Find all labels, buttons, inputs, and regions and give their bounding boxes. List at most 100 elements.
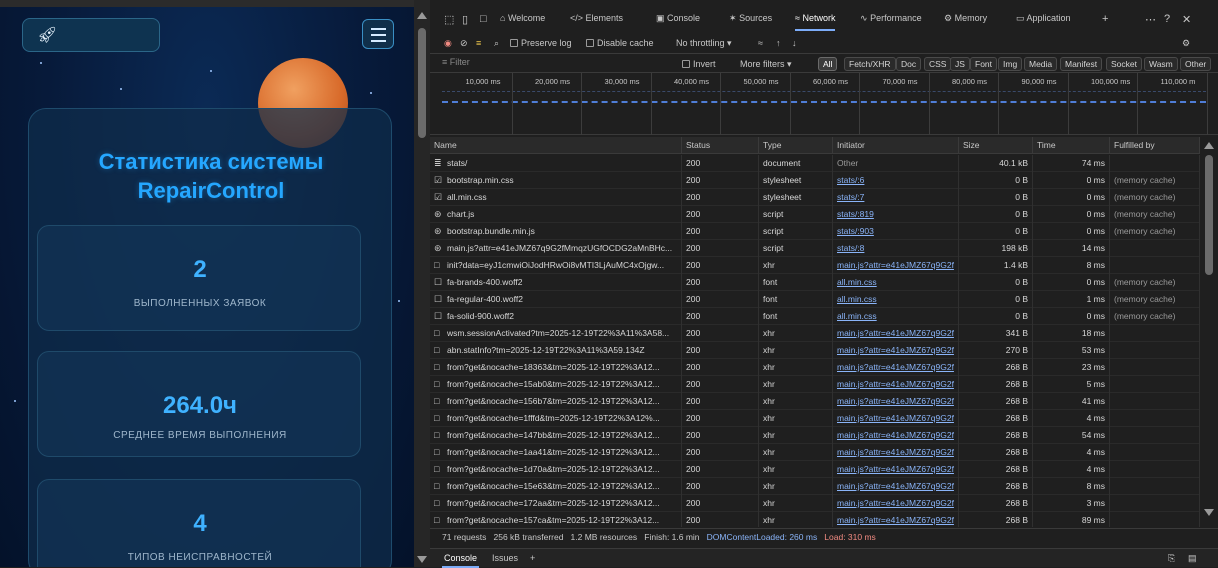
table-row[interactable]: ☐ fa-regular-400.woff2 200 font all.min.css 0… bbox=[430, 291, 1200, 308]
request-name[interactable]: □ from?get&nocache=147bb&tm=2025-12-19T22… bbox=[430, 427, 682, 444]
request-initiator[interactable]: main.js?attr=e41eJMZ67q9G2f bbox=[833, 257, 959, 274]
undock-drawer-icon[interactable]: ▤ bbox=[1188, 553, 1197, 564]
clear-icon[interactable]: ⊘ bbox=[460, 38, 468, 49]
table-row[interactable]: □ abn.statInfo?tm=2025-12-19T22%3A11%3A59… bbox=[430, 342, 1200, 359]
brand-link[interactable]: 🚀︎ bbox=[22, 18, 160, 52]
filter-css[interactable]: CSS bbox=[924, 57, 952, 71]
settings-gear-icon[interactable]: ⚙ bbox=[1182, 38, 1190, 49]
tab-welcome[interactable]: ⌂ Welcome bbox=[500, 13, 545, 31]
table-row[interactable]: □ from?get&nocache=172aa&tm=2025-12-19T22… bbox=[430, 495, 1200, 512]
drawer-tab-console[interactable]: Console bbox=[441, 553, 480, 568]
request-initiator[interactable]: main.js?attr=e41eJMZ67q9G2f bbox=[833, 393, 959, 410]
column-size[interactable]: Size bbox=[959, 137, 1033, 154]
invert-checkbox[interactable]: Invert bbox=[682, 59, 716, 69]
import-har-icon[interactable]: ↑ bbox=[776, 38, 781, 48]
add-tab-icon[interactable]: + bbox=[1102, 13, 1108, 25]
tab-console[interactable]: ▣ Console bbox=[656, 13, 700, 31]
table-row[interactable]: ☐ fa-brands-400.woff2 200 font all.min.css 0 … bbox=[430, 274, 1200, 291]
export-har-icon[interactable]: ↓ bbox=[792, 38, 797, 48]
request-initiator[interactable]: main.js?attr=e41eJMZ67q9G2f bbox=[833, 376, 959, 393]
request-initiator[interactable]: stats/:903 bbox=[833, 223, 959, 240]
column-name[interactable]: Name bbox=[430, 137, 682, 154]
scrollbar-thumb[interactable] bbox=[1205, 155, 1213, 275]
preserve-log-checkbox[interactable]: Preserve log bbox=[510, 38, 572, 48]
request-initiator[interactable]: stats/:7 bbox=[833, 189, 959, 206]
request-name[interactable]: □ from?get&nocache=15e63&tm=2025-12-19T22… bbox=[430, 478, 682, 495]
table-row[interactable]: □ from?get&nocache=147bb&tm=2025-12-19T22… bbox=[430, 427, 1200, 444]
column-status[interactable]: Status bbox=[682, 137, 759, 154]
device-toolbar-icon[interactable]: ▯ bbox=[462, 13, 468, 26]
table-row[interactable]: □ from?get&nocache=157ca&tm=2025-12-19T22… bbox=[430, 512, 1200, 527]
filter-requests-icon[interactable]: ≡ bbox=[476, 38, 481, 48]
request-initiator[interactable]: main.js?attr=e41eJMZ67q9G2f bbox=[833, 359, 959, 376]
filter-socket[interactable]: Socket bbox=[1106, 57, 1142, 71]
request-initiator[interactable]: main.js?attr=e41eJMZ67q9G2f bbox=[833, 478, 959, 495]
table-row[interactable]: □ from?get&nocache=18363&tm=2025-12-19T22… bbox=[430, 359, 1200, 376]
request-initiator[interactable]: main.js?attr=e41eJMZ67q9G2f bbox=[833, 461, 959, 478]
request-initiator[interactable]: main.js?attr=e41eJMZ67q9G2f bbox=[833, 325, 959, 342]
table-row[interactable]: □ from?get&nocache=15e63&tm=2025-12-19T22… bbox=[430, 478, 1200, 495]
request-name[interactable]: □ from?get&nocache=156b7&tm=2025-12-19T22… bbox=[430, 393, 682, 410]
table-row[interactable]: □ from?get&nocache=1fffd&tm=2025-12-19T22… bbox=[430, 410, 1200, 427]
dock-icon[interactable]: ⎘ bbox=[1168, 553, 1175, 564]
network-overview-timeline[interactable]: 10,000 ms 20,000 ms 30,000 ms 40,000 ms 50,0… bbox=[430, 73, 1218, 135]
table-row[interactable]: ☑ all.min.css 200 stylesheet stats/:7 0 B0 ms… bbox=[430, 189, 1200, 206]
network-conditions-icon[interactable]: ≈ bbox=[758, 38, 763, 48]
table-row[interactable]: ⊛ main.js?attr=e41eJMZ67q9G2fMmqzUGfOCDG2… bbox=[430, 240, 1200, 257]
request-initiator[interactable]: stats/:819 bbox=[833, 206, 959, 223]
request-name[interactable]: □ abn.statInfo?tm=2025-12-19T22%3A11%3A59… bbox=[430, 342, 682, 359]
filter-js[interactable]: JS bbox=[950, 57, 970, 71]
request-name[interactable]: ☐ fa-brands-400.woff2 bbox=[430, 274, 682, 291]
request-name[interactable]: □ from?get&nocache=172aa&tm=2025-12-19T22… bbox=[430, 495, 682, 512]
request-name[interactable]: ☐ fa-regular-400.woff2 bbox=[430, 291, 682, 308]
filter-all[interactable]: All bbox=[818, 57, 838, 71]
request-name[interactable]: ⊛ main.js?attr=e41eJMZ67q9G2fMmqzUGfOCDG2… bbox=[430, 240, 682, 257]
column-time[interactable]: Time bbox=[1033, 137, 1110, 154]
table-row[interactable]: ☑ bootstrap.min.css 200 stylesheet stats/:6 0… bbox=[430, 172, 1200, 189]
request-name[interactable]: ☑ all.min.css bbox=[430, 189, 682, 206]
tab-sources[interactable]: ✶ Sources bbox=[729, 13, 772, 31]
table-row[interactable]: ≣ stats/200 document Other 40.1 kB 74 ms bbox=[430, 155, 1200, 172]
tab-network[interactable]: ≈ Network bbox=[795, 13, 836, 31]
filter-doc[interactable]: Doc bbox=[896, 57, 922, 71]
filter-wasm[interactable]: Wasm bbox=[1144, 57, 1178, 71]
request-name[interactable]: ⊛ bootstrap.bundle.min.js bbox=[430, 223, 682, 240]
table-row[interactable]: □ from?get&nocache=1aa41&tm=2025-12-19T22… bbox=[430, 444, 1200, 461]
request-name[interactable]: □ from?get&nocache=157ca&tm=2025-12-19T22… bbox=[430, 512, 682, 527]
disable-cache-checkbox[interactable]: Disable cache bbox=[586, 38, 654, 48]
table-row[interactable]: ☐ fa-solid-900.woff2 200 font all.min.css 0 B… bbox=[430, 308, 1200, 325]
add-drawer-tab-icon[interactable]: + bbox=[530, 553, 535, 563]
request-initiator[interactable]: stats/:8 bbox=[833, 240, 959, 257]
request-name[interactable]: □ from?get&nocache=1aa41&tm=2025-12-19T22… bbox=[430, 444, 682, 461]
filter-manifest[interactable]: Manifest bbox=[1060, 57, 1103, 71]
request-initiator[interactable]: main.js?attr=e41eJMZ67q9G2f bbox=[833, 512, 959, 527]
filter-img[interactable]: Img bbox=[998, 57, 1023, 71]
request-initiator[interactable]: main.js?attr=e41eJMZ67q9G2f bbox=[833, 410, 959, 427]
request-name[interactable]: ☐ fa-solid-900.woff2 bbox=[430, 308, 682, 325]
request-name[interactable]: □ wsm.sessionActivated?tm=2025-12-19T22%3… bbox=[430, 325, 682, 342]
request-name[interactable]: □ from?get&nocache=18363&tm=2025-12-19T22… bbox=[430, 359, 682, 376]
inspect-element-icon[interactable]: ⬚ bbox=[444, 13, 454, 26]
filter-other[interactable]: Other bbox=[1180, 57, 1212, 71]
table-row[interactable]: □ wsm.sessionActivated?tm=2025-12-19T22%3… bbox=[430, 325, 1200, 342]
more-filters-dropdown[interactable]: More filters ▾ bbox=[740, 59, 792, 70]
navbar-toggle-button[interactable] bbox=[362, 19, 394, 49]
search-icon[interactable]: ⌕ bbox=[494, 38, 499, 49]
table-row[interactable]: □ init?data=eyJ1cmwiOiJodHRwOi8vMTI3LjAuM… bbox=[430, 257, 1200, 274]
request-initiator[interactable]: main.js?attr=e41eJMZ67q9G2f bbox=[833, 444, 959, 461]
scrollbar-thumb[interactable] bbox=[418, 28, 426, 138]
table-scrollbar[interactable] bbox=[1200, 137, 1218, 527]
request-initiator[interactable]: all.min.css bbox=[833, 291, 959, 308]
tab-memory[interactable]: ⚙ Memory bbox=[944, 13, 987, 31]
toggle-sidebar-icon[interactable]: □ bbox=[480, 13, 487, 25]
filter-media[interactable]: Media bbox=[1024, 57, 1058, 71]
request-name[interactable]: ≣ stats/ bbox=[430, 155, 682, 172]
request-initiator[interactable]: main.js?attr=e41eJMZ67q9G2f bbox=[833, 342, 959, 359]
close-icon[interactable]: ✕ bbox=[1182, 13, 1191, 26]
column-fulfilled-by[interactable]: Fulfilled by bbox=[1110, 137, 1200, 154]
table-row[interactable]: □ from?get&nocache=1d70a&tm=2025-12-19T22… bbox=[430, 461, 1200, 478]
filter-fetch-xhr[interactable]: Fetch/XHR bbox=[844, 57, 896, 71]
table-row[interactable]: ⊛ chart.js 200 script stats/:819 0 B0 ms (memo… bbox=[430, 206, 1200, 223]
throttling-select[interactable]: No throttling ▾ bbox=[676, 38, 732, 49]
table-row[interactable]: ⊛ bootstrap.bundle.min.js 200 script stats/:… bbox=[430, 223, 1200, 240]
